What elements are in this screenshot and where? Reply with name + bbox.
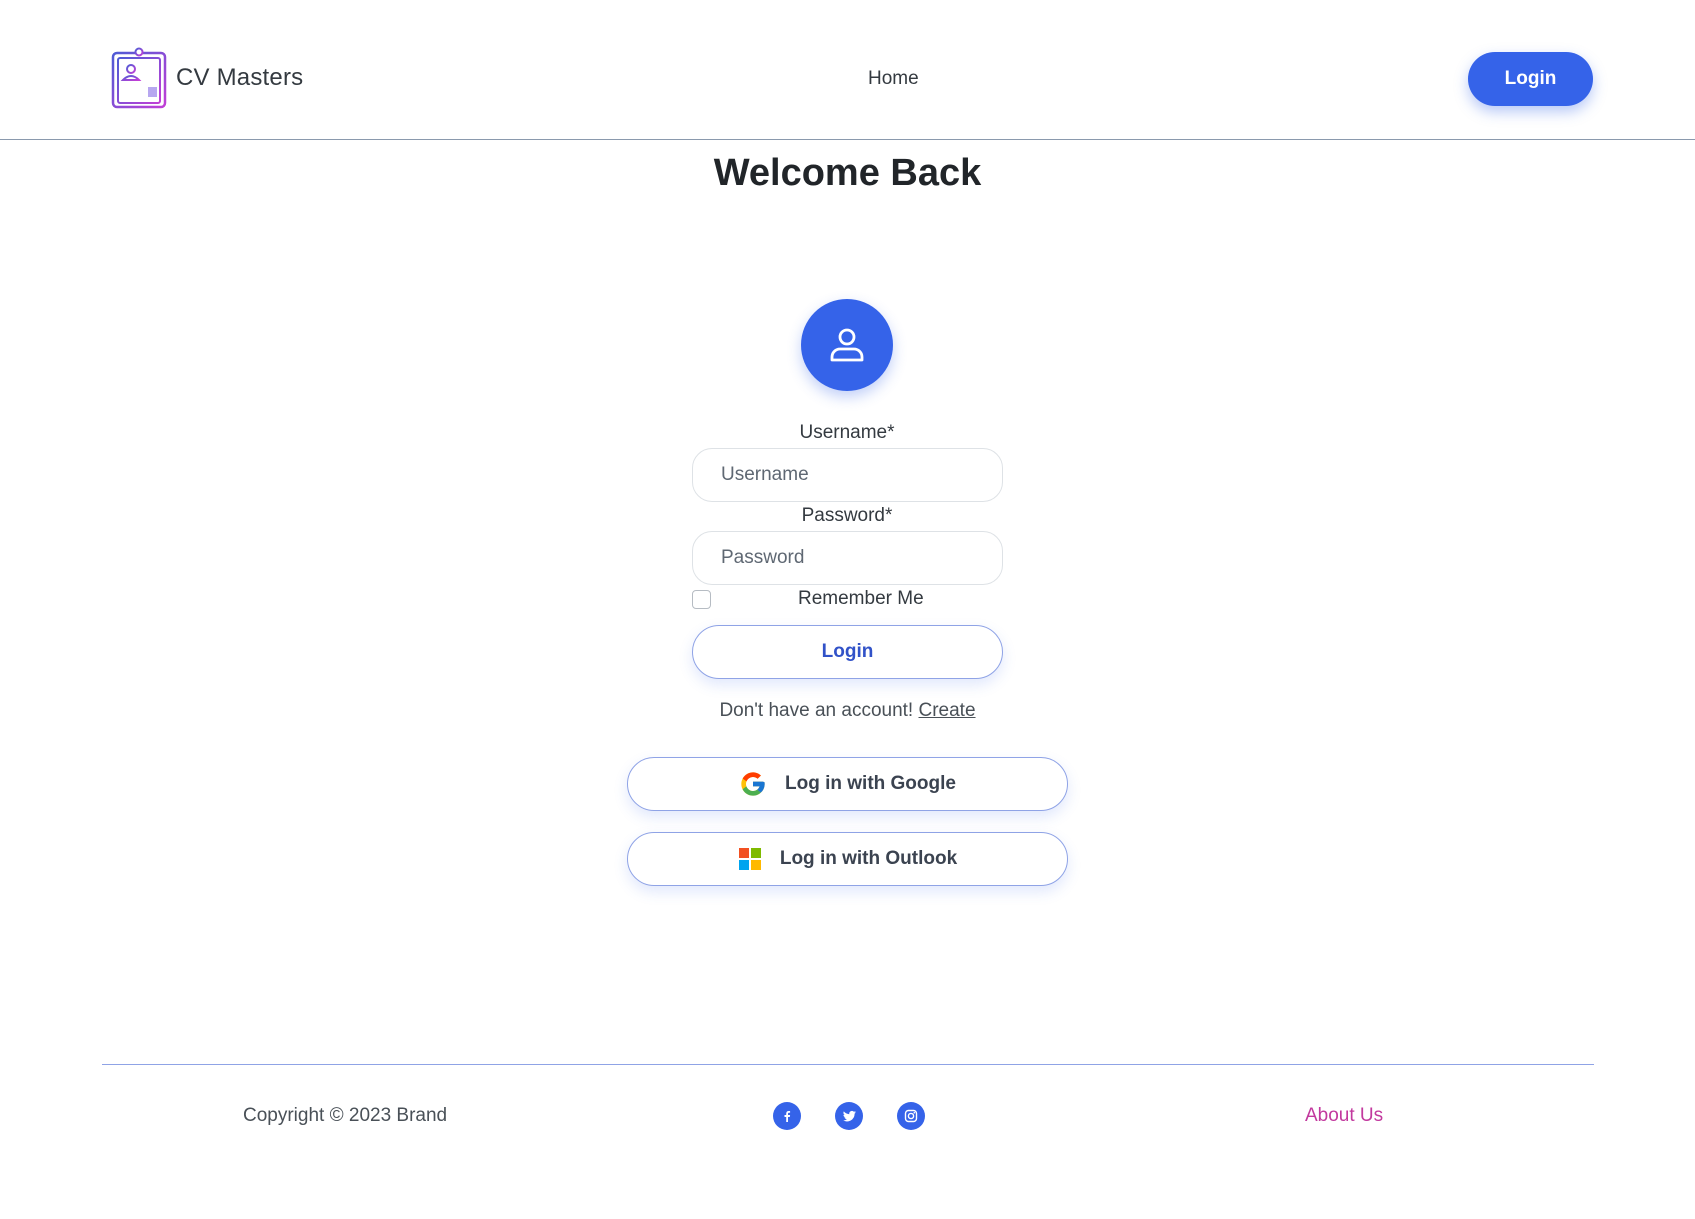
footer-divider [102,1064,1594,1065]
signup-prompt-text: Don't have an account! [719,700,914,721]
user-avatar [801,299,893,391]
username-input[interactable] [692,448,1003,502]
microsoft-icon [738,848,761,870]
login-button[interactable]: Login [692,625,1003,679]
navbar: CV Masters Home Login [0,0,1695,140]
twitter-icon[interactable] [835,1102,863,1130]
remember-me-checkbox[interactable] [692,590,711,609]
google-login-label: Log in with Google [785,773,956,794]
social-links [773,1102,925,1130]
header-login-button[interactable]: Login [1468,52,1593,106]
create-account-link[interactable]: Create [919,700,976,721]
brand-name: CV Masters [176,64,304,91]
user-icon [830,328,864,362]
cv-logo-icon [111,47,167,109]
outlook-login-label: Log in with Outlook [779,848,958,869]
password-label: Password* [801,505,893,526]
about-us-link[interactable]: About Us [1305,1105,1383,1127]
google-icon [741,772,765,796]
copyright-text: Copyright © 2023 Brand [243,1105,448,1126]
signup-prompt: Don't have an account! Create [0,700,1695,722]
google-login-button[interactable]: Log in with Google [627,757,1068,811]
brand[interactable]: CV Masters [110,47,303,109]
outlook-login-button[interactable]: Log in with Outlook [627,832,1068,886]
remember-me-label[interactable]: Remember Me [798,588,924,610]
username-label: Username* [799,422,895,443]
nav-home-link[interactable]: Home [868,68,919,90]
page-title: Welcome Back [713,152,982,194]
instagram-icon[interactable] [897,1102,925,1130]
facebook-icon[interactable] [773,1102,801,1130]
password-input[interactable] [692,531,1003,585]
